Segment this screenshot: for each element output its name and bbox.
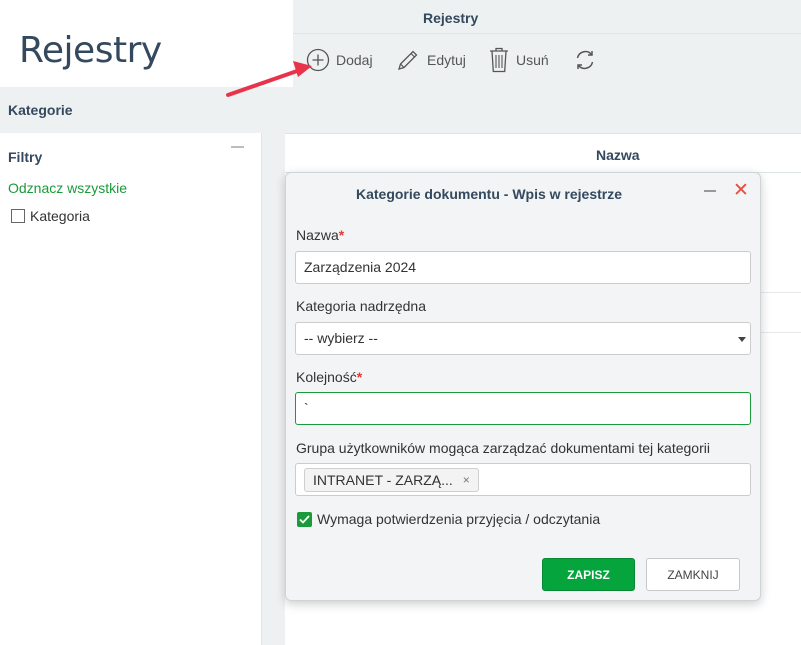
page-title: Rejestry [19,30,162,71]
splitter[interactable] [262,133,285,645]
save-button[interactable]: ZAPISZ [542,558,635,591]
order-input[interactable]: ` [295,392,751,425]
delete-button-label: Usuń [516,52,549,68]
panel-title-bar: Rejestry [293,0,801,34]
refresh-icon [576,50,594,70]
close-button[interactable]: ZAMKNIJ [646,558,740,591]
required-marker: * [356,369,363,385]
user-group-label: Grupa użytkowników mogąca zarządzać doku… [296,440,710,456]
parent-category-select[interactable]: -- wybierz -- [295,322,751,355]
page-header: Rejestry [0,0,293,87]
filters-sidebar: Filtry Odznacz wszystkie Kategoria [0,133,262,645]
order-label-text: Kolejność [296,369,357,385]
refresh-button[interactable] [573,46,597,74]
collapse-filters-icon[interactable] [231,146,244,148]
required-marker: * [338,227,345,243]
delete-button[interactable]: Usuń [488,46,549,74]
confirmation-checkbox[interactable] [297,511,312,527]
check-icon [299,514,310,524]
user-group-tag: INTRANET - ZARZĄ... × [304,468,479,492]
category-entry-dialog: Kategorie dokumentu - Wpis w rejestrze ✕… [285,172,761,601]
edit-button-label: Edytuj [427,52,466,68]
confirmation-required-option[interactable]: Wymaga potwierdzenia przyjęcia / odczyta… [297,511,600,527]
user-group-multiselect[interactable]: INTRANET - ZARZĄ... × [295,463,751,496]
add-button-label: Dodaj [336,52,373,68]
categories-band: Kategorie [0,87,801,133]
parent-category-label: Kategoria nadrzędna [296,298,426,314]
registry-panel-header: Rejestry Dodaj Edytuj Usuń [293,0,801,87]
order-label: Kolejność* [296,369,362,385]
deselect-all-link[interactable]: Odznacz wszystkie [8,180,127,196]
plus-circle-icon [306,48,330,72]
trash-icon [490,47,508,73]
close-icon[interactable]: ✕ [733,181,749,200]
confirmation-label: Wymaga potwierdzenia przyjęcia / odczyta… [317,511,601,527]
filters-title: Filtry [8,149,43,165]
parent-category-value: -- wybierz -- [304,330,378,346]
chevron-down-icon [738,337,746,342]
grid-header: Nazwa [285,133,801,173]
edit-button[interactable]: Edytuj [395,46,466,74]
category-filter[interactable]: Kategoria [11,208,90,224]
category-filter-label: Kategoria [30,208,90,224]
name-label: Nazwa* [296,227,344,243]
categories-label: Kategorie [8,102,73,118]
pencil-icon [398,50,418,70]
user-group-tag-label: INTRANET - ZARZĄ... [313,471,453,488]
add-button[interactable]: Dodaj [306,46,373,74]
toolbar: Dodaj Edytuj Usuń [293,34,801,87]
name-input[interactable]: Zarządzenia 2024 [295,251,751,284]
dialog-title: Kategorie dokumentu - Wpis w rejestrze [355,186,623,202]
category-checkbox[interactable] [11,209,25,223]
remove-tag-icon[interactable]: × [463,465,470,496]
name-label-text: Nazwa [296,227,339,243]
minimize-icon[interactable] [704,190,716,192]
panel-title: Rejestry [423,10,479,26]
column-header-name[interactable]: Nazwa [596,147,640,163]
